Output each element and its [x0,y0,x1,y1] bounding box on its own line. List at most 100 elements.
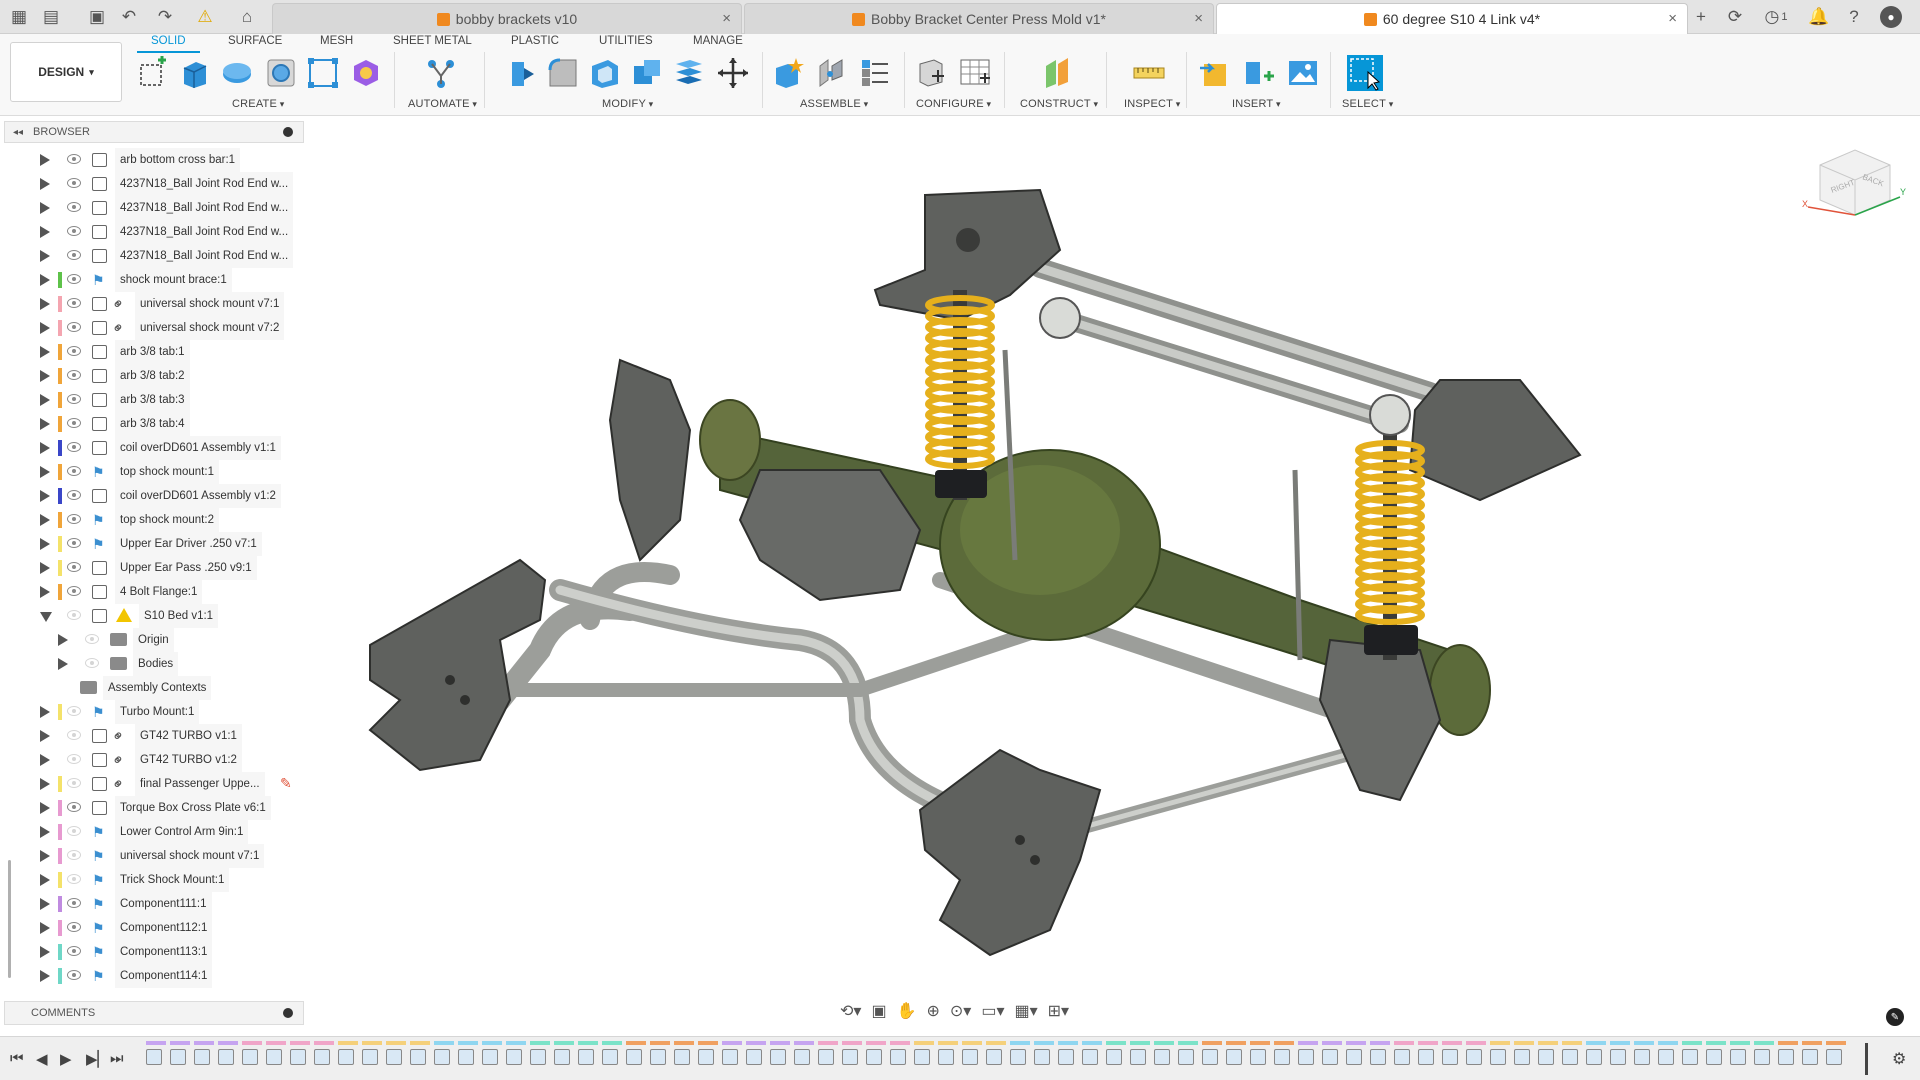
timeline-feature[interactable] [1610,1049,1626,1065]
timeline-feature[interactable] [674,1049,690,1065]
timeline-feature[interactable] [530,1049,546,1065]
timeline-feature[interactable] [1082,1049,1098,1065]
visibility-eye-icon[interactable] [67,778,81,788]
expand-triangle-icon[interactable] [40,826,50,838]
browser-item[interactable]: S10 Bed v1:1 [0,604,305,628]
browser-item[interactable]: arb 3/8 tab:3 [0,388,305,412]
configure-icon[interactable] [914,56,948,90]
close-icon[interactable]: × [1668,10,1677,27]
press-pull-icon[interactable] [504,56,538,90]
insert-canvas-icon[interactable] [1286,56,1320,90]
grid-menu-icon[interactable]: ▦ [8,6,30,28]
timeline-settings-icon[interactable]: ⚙ [1892,1049,1906,1069]
timeline-feature[interactable] [1826,1049,1842,1065]
tab-mesh[interactable]: MESH [320,35,353,47]
extrude-icon[interactable] [178,56,212,90]
expand-triangle-icon[interactable] [40,298,50,310]
configuration-table-icon[interactable] [958,56,992,90]
home-icon[interactable]: ⌂ [236,6,258,28]
jobs-icon[interactable]: ◷ 1 [1758,6,1794,28]
automate-icon[interactable] [424,56,458,90]
create-menu[interactable]: CREATE [232,98,284,110]
timeline-feature[interactable] [1130,1049,1146,1065]
timeline-step-back-icon[interactable]: ◀ [36,1050,48,1068]
joint-icon[interactable] [814,56,848,90]
browser-item[interactable]: 4 Bolt Flange:1 [0,580,305,604]
expand-triangle-icon[interactable] [40,874,50,886]
visibility-eye-icon[interactable] [67,490,81,500]
tab-bobby-brackets[interactable]: bobby brackets v10 × [272,3,742,34]
timeline-play-icon[interactable]: ▶ [60,1050,72,1068]
expand-triangle-icon[interactable] [40,178,50,190]
bill-of-materials-icon[interactable] [858,56,892,90]
browser-panel-header[interactable]: ◂◂ BROWSER [4,121,304,143]
coil-spring-right[interactable] [1355,440,1425,625]
browser-item[interactable]: 4237N18_Ball Joint Rod End w... [0,244,305,268]
visibility-eye-icon[interactable] [67,178,81,188]
expand-triangle-icon[interactable] [40,538,50,550]
browser-item[interactable]: arb bottom cross bar:1 [0,148,305,172]
pattern-icon[interactable] [306,56,340,90]
form-icon[interactable] [348,56,382,90]
timeline-feature[interactable] [722,1049,738,1065]
expand-triangle-icon[interactable] [40,586,50,598]
browser-item[interactable]: ⚑ universal shock mount v7:1 [0,844,305,868]
browser-item[interactable]: arb 3/8 tab:2 [0,364,305,388]
timeline-feature[interactable] [266,1049,282,1065]
save-icon[interactable]: ▣ [86,6,108,28]
timeline-feature[interactable] [962,1049,978,1065]
redo-icon[interactable]: ↷ [154,6,176,28]
assemble-menu[interactable]: ASSEMBLE [800,98,868,110]
timeline-feature[interactable] [1178,1049,1194,1065]
timeline-feature[interactable] [1802,1049,1818,1065]
timeline-feature[interactable] [1658,1049,1674,1065]
visibility-eye-icon[interactable] [67,250,81,260]
timeline-feature[interactable] [986,1049,1002,1065]
timeline-feature[interactable] [482,1049,498,1065]
timeline-feature[interactable] [1034,1049,1050,1065]
visibility-eye-icon[interactable] [67,514,81,524]
timeline-feature[interactable] [1514,1049,1530,1065]
visibility-eye-icon[interactable] [67,562,81,572]
select-menu[interactable]: SELECT [1342,98,1393,110]
timeline-feature[interactable] [1466,1049,1482,1065]
timeline-feature[interactable] [410,1049,426,1065]
visibility-eye-icon[interactable] [67,442,81,452]
browser-item[interactable]: ⚑ Turbo Mount:1 [0,700,305,724]
pan-icon[interactable]: ✋ [897,1001,917,1021]
expand-triangle-icon[interactable] [40,202,50,214]
modify-menu[interactable]: MODIFY [602,98,653,110]
expand-triangle-icon[interactable] [40,562,50,574]
insert-mcmaster-icon[interactable] [1198,56,1232,90]
timeline-feature[interactable] [1442,1049,1458,1065]
visibility-eye-icon[interactable] [67,826,81,836]
tube-clamp-left[interactable] [1039,297,1081,339]
fit-icon[interactable]: ⊙▾ [950,1001,971,1021]
timeline-feature[interactable] [890,1049,906,1065]
undo-icon[interactable]: ↶ [118,6,140,28]
timeline-feature[interactable] [1322,1049,1338,1065]
expand-triangle-icon[interactable] [40,466,50,478]
orbit-icon[interactable]: ⟲▾ [840,1001,861,1021]
browser-item[interactable]: coil overDD601 Assembly v1:1 [0,436,305,460]
visibility-eye-icon[interactable] [67,754,81,764]
expand-triangle-icon[interactable] [40,250,50,262]
zoom-icon[interactable]: ⊕ [926,1001,939,1021]
browser-item[interactable]: Upper Ear Pass .250 v9:1 [0,556,305,580]
visibility-eye-icon[interactable] [67,850,81,860]
browser-item[interactable]: 4237N18_Ball Joint Rod End w... [0,172,305,196]
visibility-eye-icon[interactable] [67,922,81,932]
close-icon[interactable]: × [1194,10,1203,27]
visibility-eye-icon[interactable] [67,394,81,404]
visibility-eye-icon[interactable] [67,898,81,908]
timeline-feature[interactable] [1106,1049,1122,1065]
browser-scrollbar[interactable] [8,860,11,978]
configure-menu[interactable]: CONFIGURE [916,98,991,110]
create-sketch-icon[interactable] [136,56,170,90]
tab-plastic[interactable]: PLASTIC [511,35,559,47]
expand-triangle-icon[interactable] [40,346,50,358]
timeline-feature[interactable] [1562,1049,1578,1065]
axle-end-left[interactable] [699,399,761,481]
browser-item[interactable]: Assembly Contexts [0,676,305,700]
tab-utilities[interactable]: UTILITIES [599,35,653,47]
